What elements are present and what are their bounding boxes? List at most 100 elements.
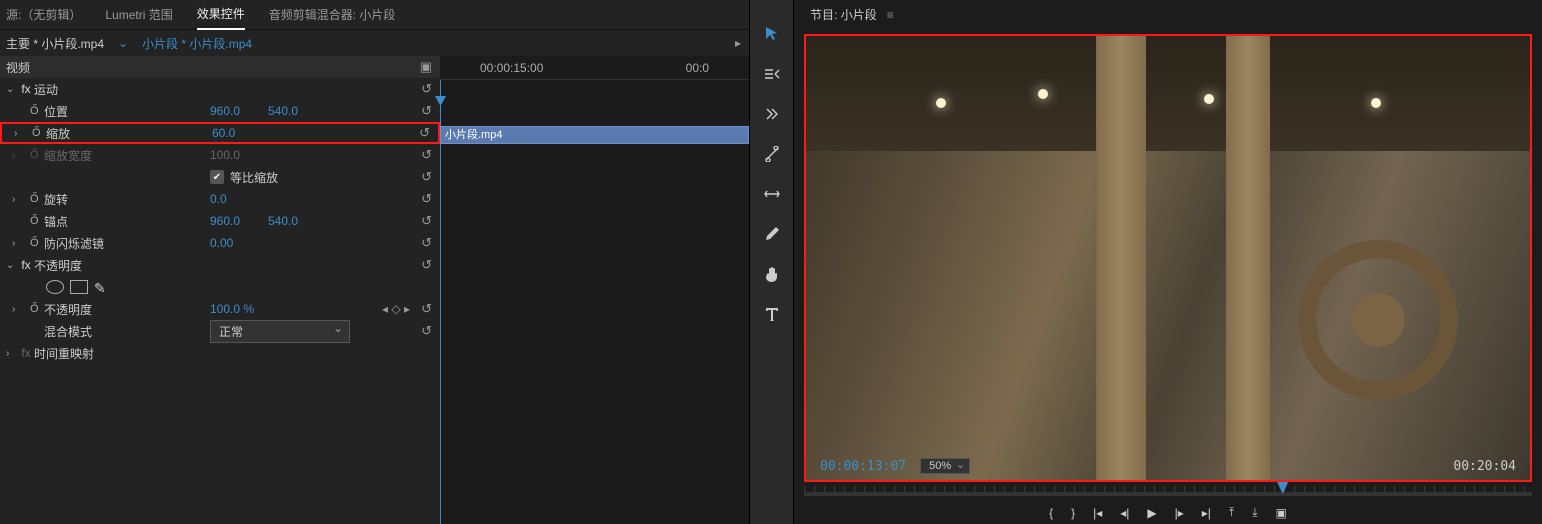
reset-icon[interactable]: ↺ (421, 81, 432, 97)
twirl-closed-icon: › (12, 150, 24, 161)
property-anti-flicker[interactable]: › Ő 防闪烁滤镜 0.00 ↺ (0, 232, 440, 254)
program-time-ruler[interactable] (804, 482, 1532, 506)
reset-icon[interactable]: ↺ (421, 323, 432, 339)
twirl-closed-icon[interactable]: › (12, 238, 24, 249)
property-position[interactable]: Ő 位置 960.0 540.0 ↺ (0, 100, 440, 122)
program-tab[interactable]: 节目: 小片段 (808, 2, 879, 29)
ec-clip-bar[interactable]: 小片段.mp4 (440, 126, 749, 144)
scale-width-value: 100.0 (210, 148, 240, 162)
transport-controls: { } |◂ ◂| ▶ |▸ ▸| ⤒ ⤓ ▣ (794, 506, 1542, 524)
master-clip-label[interactable]: 主要 * 小片段.mp4 (6, 35, 104, 52)
play-icon[interactable]: ▶ (1147, 506, 1156, 520)
step-back-icon[interactable]: ◂| (1120, 506, 1129, 520)
twirl-closed-icon[interactable]: › (12, 304, 24, 315)
reset-icon[interactable]: ↺ (421, 191, 432, 207)
stopwatch-icon[interactable]: Ő (30, 215, 44, 227)
scale-value[interactable]: 60.0 (212, 126, 235, 140)
fx-badge-icon[interactable]: fx (18, 82, 34, 96)
pen-tool-icon[interactable] (760, 222, 784, 246)
checkbox-checked-icon[interactable]: ✔ (210, 170, 224, 184)
current-timecode[interactable]: 00:00:13:07 (820, 459, 906, 474)
twirl-closed-icon[interactable]: › (12, 194, 24, 205)
keyframe-nav-icon[interactable]: ◂ ◇ ▸ (382, 302, 410, 316)
twirl-closed-icon[interactable]: › (6, 348, 18, 359)
reset-icon[interactable]: ↺ (421, 257, 432, 273)
lift-icon[interactable]: ⤒ (1229, 505, 1234, 520)
type-tool-icon[interactable] (760, 302, 784, 326)
audio-mixer-clip: 小片段 (359, 8, 395, 22)
twirl-open-icon[interactable]: ⌄ (6, 84, 18, 95)
go-to-in-icon[interactable]: |◂ (1093, 506, 1102, 520)
property-opacity-value[interactable]: › Ő 不透明度 100.0 % ◂ ◇ ▸ ↺ (0, 298, 440, 320)
position-x-value[interactable]: 960.0 (210, 104, 240, 118)
effect-controls-timeline[interactable]: 00:00:15:00 00:0 小片段.mp4 (440, 56, 749, 524)
reset-icon[interactable]: ↺ (419, 125, 430, 141)
selection-tool-icon[interactable] (760, 22, 784, 46)
video-section-header[interactable]: 视频 ▣ (0, 56, 440, 78)
property-rotation[interactable]: › Ő 旋转 0.0 ↺ (0, 188, 440, 210)
opacity-value[interactable]: 100.0 % (210, 302, 254, 316)
fx-badge-icon[interactable]: fx (18, 346, 34, 360)
show-clip-icon[interactable]: ▣ (420, 59, 432, 75)
blend-mode-dropdown[interactable]: 正常 (210, 320, 350, 343)
effect-motion[interactable]: ⌄ fx 运动 ↺ (0, 78, 440, 100)
stopwatch-icon[interactable]: Ő (30, 303, 44, 315)
reset-icon[interactable]: ↺ (421, 103, 432, 119)
flicker-value[interactable]: 0.00 (210, 236, 233, 250)
hand-tool-icon[interactable] (760, 262, 784, 286)
reset-icon[interactable]: ↺ (421, 235, 432, 251)
reset-icon[interactable]: ↺ (421, 213, 432, 229)
program-tab-clip: 小片段 (841, 8, 877, 22)
play-indicator-icon: ▸ (735, 36, 741, 50)
playhead-line[interactable] (440, 80, 441, 524)
mark-out-icon[interactable]: } (1071, 506, 1075, 520)
slip-tool-icon[interactable] (760, 182, 784, 206)
step-forward-icon[interactable]: |▸ (1175, 506, 1184, 520)
reset-icon[interactable]: ↺ (421, 147, 432, 163)
razor-tool-icon[interactable] (760, 142, 784, 166)
tab-source[interactable]: 源:（无剪辑） (6, 0, 81, 29)
tab-lumetri-scopes[interactable]: Lumetri 范围 (105, 0, 172, 29)
anchor-label: 锚点 (44, 213, 68, 230)
ec-time-ruler[interactable]: 00:00:15:00 00:0 (440, 56, 749, 80)
reset-icon[interactable]: ↺ (421, 301, 432, 317)
position-y-value[interactable]: 540.0 (268, 104, 298, 118)
property-scale[interactable]: › Ő 缩放 60.0 ↺ (0, 122, 440, 144)
effect-time-remapping[interactable]: › fx 时间重映射 (0, 342, 440, 364)
dropdown-arrow-icon[interactable]: ⌄ (118, 36, 128, 50)
property-anchor-point[interactable]: Ő 锚点 960.0 540.0 ↺ (0, 210, 440, 232)
reset-icon[interactable]: ↺ (421, 169, 432, 185)
program-tab-bar: 节目: 小片段 ≡ (794, 0, 1542, 30)
go-to-out-icon[interactable]: ▸| (1202, 506, 1211, 520)
tab-audio-clip-mixer[interactable]: 音频剪辑混合器: 小片段 (269, 0, 396, 29)
zoom-level-dropdown[interactable]: 50% (920, 458, 970, 474)
effect-opacity[interactable]: ⌄ fx 不透明度 ↺ (0, 254, 440, 276)
export-frame-icon[interactable]: ▣ (1276, 506, 1287, 520)
property-blend-mode[interactable]: 混合模式 正常 ↺ (0, 320, 440, 342)
twirl-open-icon[interactable]: ⌄ (6, 260, 18, 271)
tools-panel (750, 0, 794, 524)
pen-mask-icon[interactable]: ✎ (94, 280, 112, 294)
property-uniform-scale[interactable]: ✔ 等比缩放 ↺ (0, 166, 440, 188)
mark-in-icon[interactable]: { (1049, 506, 1053, 520)
video-header-label: 视频 (6, 59, 30, 76)
panel-menu-icon[interactable]: ≡ (887, 8, 894, 22)
anchor-y-value[interactable]: 540.0 (268, 214, 298, 228)
rotation-value[interactable]: 0.0 (210, 192, 227, 206)
stopwatch-icon[interactable]: Ő (30, 237, 44, 249)
anchor-x-value[interactable]: 960.0 (210, 214, 240, 228)
track-select-tool-icon[interactable] (760, 62, 784, 86)
ripple-edit-tool-icon[interactable] (760, 102, 784, 126)
position-label: 位置 (44, 103, 68, 120)
rectangle-mask-icon[interactable] (70, 280, 88, 294)
stopwatch-icon[interactable]: Ő (30, 193, 44, 205)
program-monitor-viewport[interactable]: 00:00:13:07 50% 00:20:04 (804, 34, 1532, 482)
twirl-closed-icon[interactable]: › (14, 128, 26, 139)
stopwatch-icon[interactable]: Ő (32, 127, 46, 139)
sequence-clip-link[interactable]: 小片段 * 小片段.mp4 (142, 35, 252, 52)
tab-effect-controls[interactable]: 效果控件 (197, 0, 245, 30)
extract-icon[interactable]: ⤓ (1252, 505, 1257, 520)
ellipse-mask-icon[interactable] (46, 280, 64, 294)
stopwatch-icon[interactable]: Ő (30, 105, 44, 117)
fx-badge-icon[interactable]: fx (18, 258, 34, 272)
